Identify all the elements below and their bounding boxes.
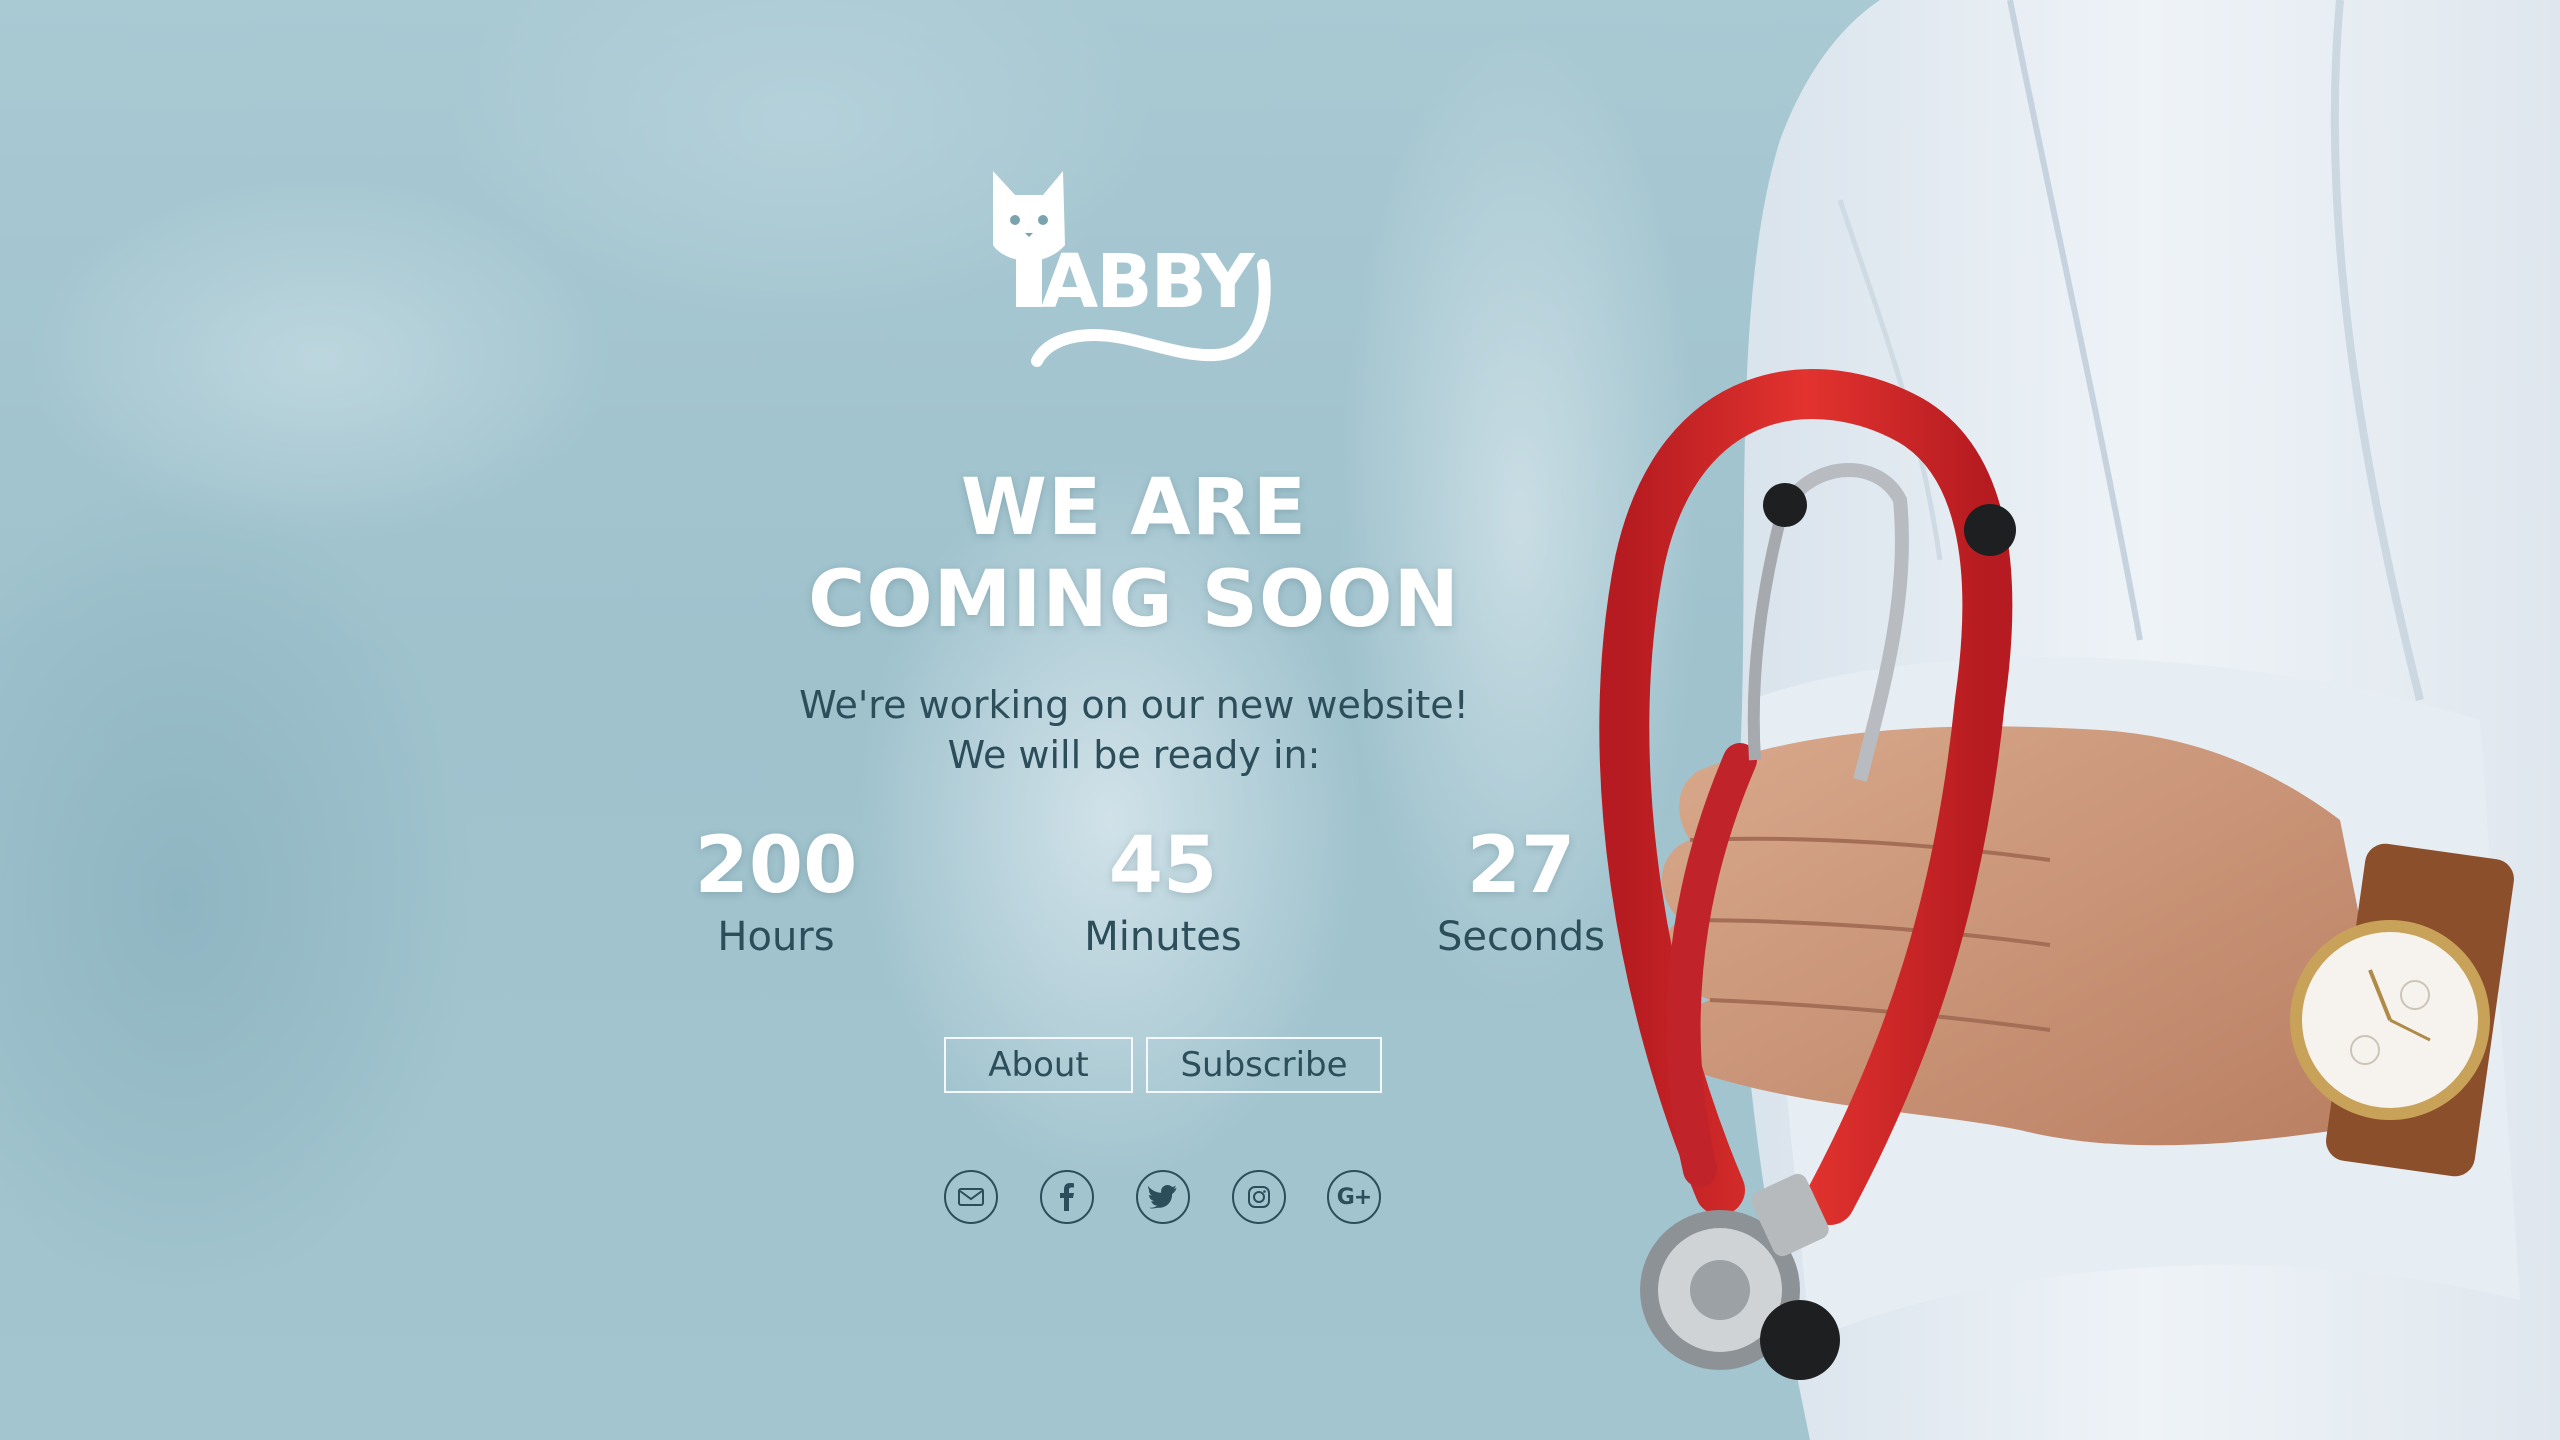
countdown-seconds: 27 Seconds [1371,820,1671,962]
logo-text: ABBY [1041,239,1256,325]
subscribe-button[interactable]: Subscribe [1146,1037,1382,1093]
twitter-link[interactable] [1136,1170,1190,1224]
tabby-logo: ABBY [993,171,1271,367]
minutes-label: Minutes [1084,914,1242,960]
hours-value: 200 [694,821,858,911]
facebook-link[interactable] [1040,1170,1094,1224]
about-button[interactable]: About [944,1037,1133,1093]
headline-line-1: WE ARE [960,463,1308,553]
countdown: 200 Hours 45 Minutes 27 Seconds [0,820,2560,970]
seconds-value: 27 [1466,821,1576,911]
twitter-icon [1148,1185,1177,1209]
seconds-label: Seconds [1436,914,1606,960]
countdown-hours: 200 Hours [626,820,926,962]
headline-line-2: COMING SOON [808,555,1460,645]
mail-icon [958,1188,984,1206]
countdown-minutes: 45 Minutes [1013,820,1313,962]
instagram-icon [1248,1186,1270,1208]
mail-link[interactable] [944,1170,998,1224]
subtitle-line-2: We will be ready in: [947,733,1321,777]
facebook-icon [1060,1183,1074,1211]
headline: WE ARE COMING SOON [634,462,1634,646]
hours-label: Hours [717,914,835,960]
google-plus-icon: G+ [1336,1184,1372,1210]
minutes-value: 45 [1108,821,1218,911]
instagram-link[interactable] [1232,1170,1286,1224]
doctor-photo [1599,0,2560,1440]
google-plus-link[interactable]: G+ [1327,1170,1381,1224]
subtitle-line-1: We're working on our new website! [799,683,1469,727]
subtitle: We're working on our new website! We wil… [634,680,1634,780]
